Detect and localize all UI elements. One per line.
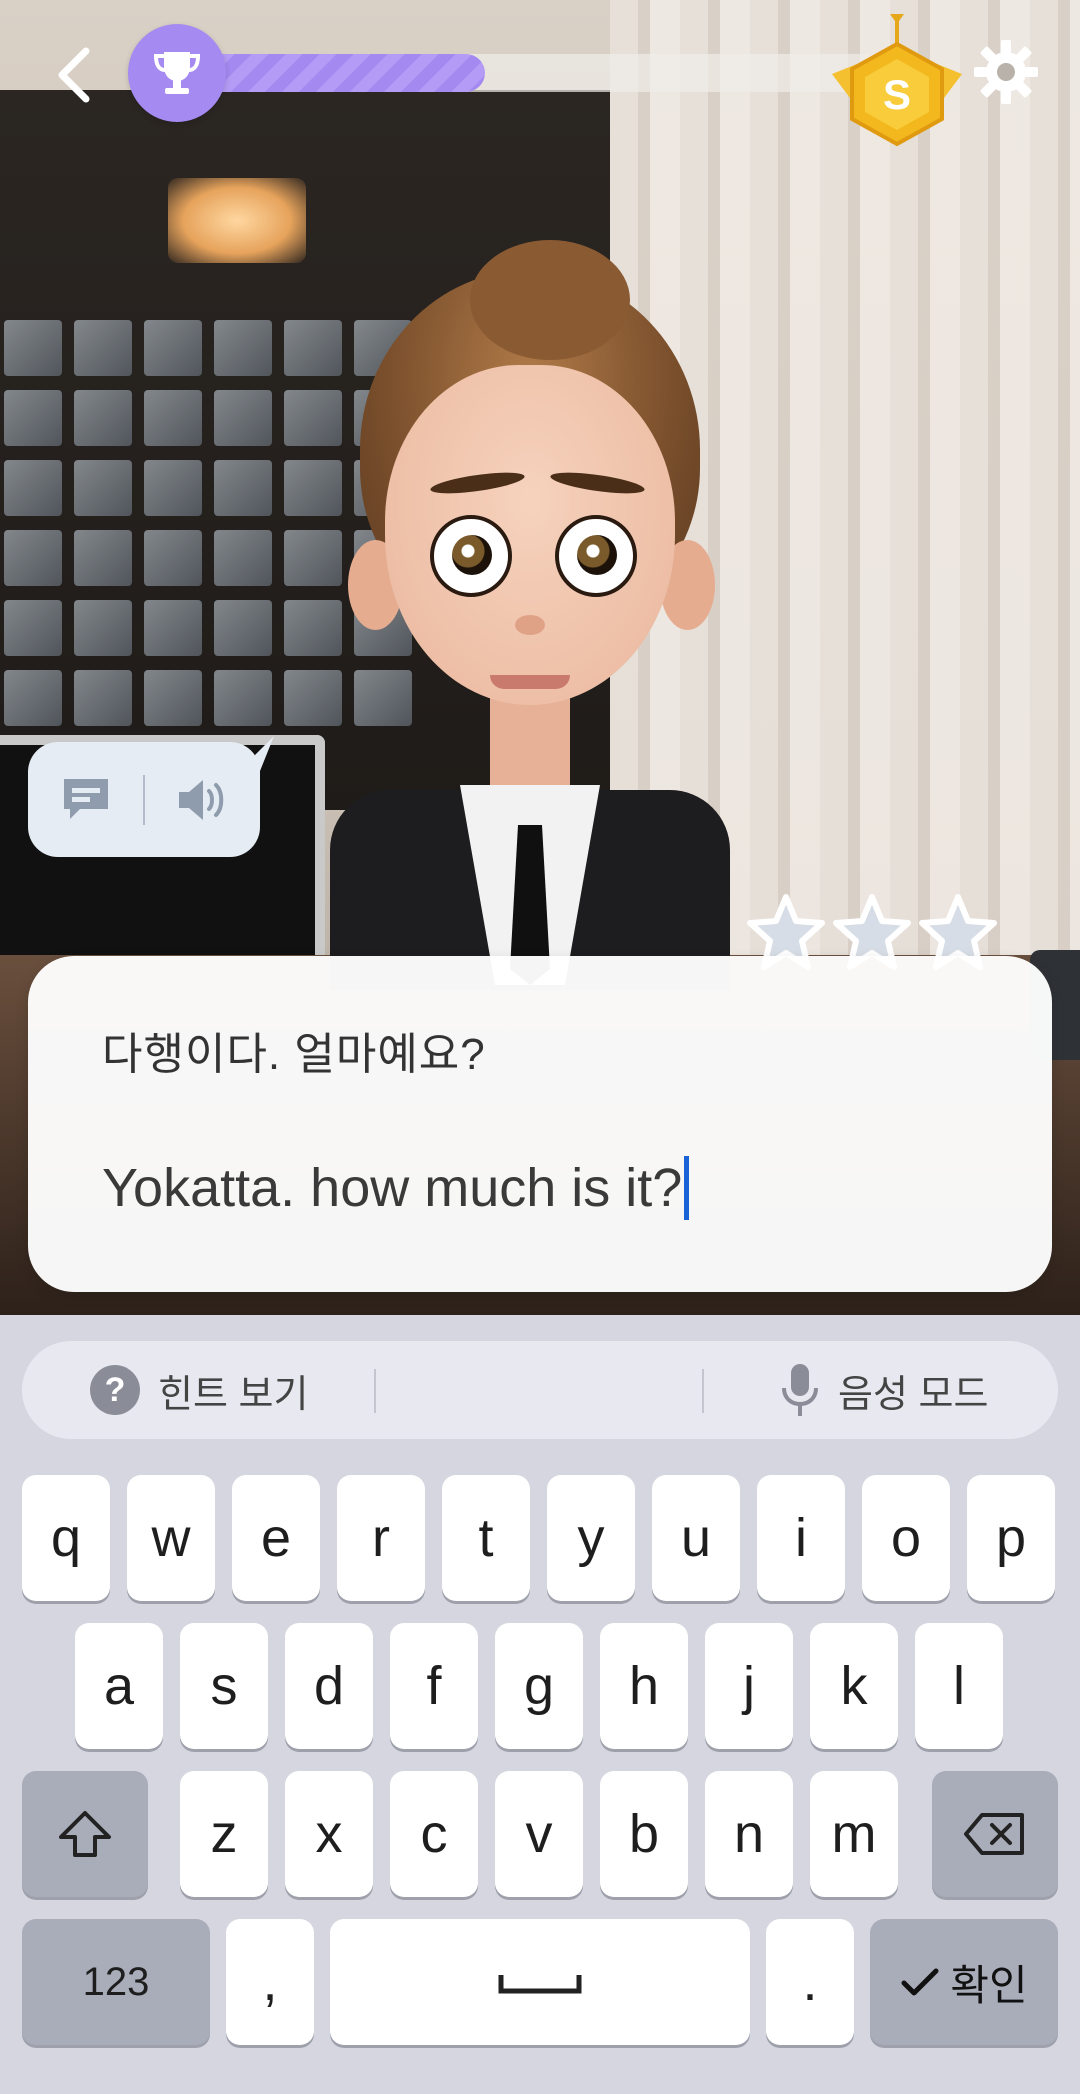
key-v[interactable]: v bbox=[495, 1771, 583, 1897]
key-w[interactable]: w bbox=[127, 1475, 215, 1601]
backspace-icon bbox=[964, 1813, 1024, 1855]
s-medal-icon: S bbox=[832, 14, 962, 159]
period-key[interactable]: . bbox=[766, 1919, 854, 2045]
chevron-left-icon bbox=[58, 47, 90, 103]
trophy-badge bbox=[128, 24, 226, 122]
shift-icon bbox=[59, 1811, 111, 1857]
subtitle-button[interactable] bbox=[28, 742, 143, 857]
backspace-key[interactable] bbox=[932, 1771, 1058, 1897]
keyboard-toolbar: ? 힌트 보기 음성 모드 bbox=[22, 1341, 1058, 1439]
keyboard-row-1: qwertyuiop bbox=[0, 1475, 1080, 1601]
speech-controls bbox=[28, 742, 260, 857]
prompt-text: 다행이다. 얼마예요? bbox=[102, 1030, 486, 1079]
voice-mode-button[interactable]: 음성 모드 bbox=[780, 1362, 988, 1418]
speaker-icon bbox=[178, 779, 223, 820]
toolbar-divider bbox=[702, 1369, 704, 1413]
hint-button[interactable]: ? 힌트 보기 bbox=[90, 1363, 308, 1418]
key-r[interactable]: r bbox=[337, 1475, 425, 1601]
key-i[interactable]: i bbox=[757, 1475, 845, 1601]
space-key[interactable] bbox=[330, 1919, 750, 2045]
text-cursor bbox=[684, 1156, 690, 1220]
key-d[interactable]: d bbox=[285, 1623, 373, 1749]
back-button[interactable] bbox=[44, 40, 104, 110]
key-h[interactable]: h bbox=[600, 1623, 688, 1749]
gear-icon bbox=[974, 40, 1038, 104]
keyboard-row-2: asdfghjkl bbox=[0, 1623, 1080, 1749]
key-p[interactable]: p bbox=[967, 1475, 1055, 1601]
audio-button[interactable] bbox=[145, 742, 260, 857]
key-u[interactable]: u bbox=[652, 1475, 740, 1601]
key-n[interactable]: n bbox=[705, 1771, 793, 1897]
subtitle-icon bbox=[63, 778, 108, 819]
answer-input[interactable]: Yokatta. how much is it? bbox=[102, 1156, 690, 1220]
keyboard-row-3: zxcvbnm bbox=[0, 1771, 1080, 1897]
key-y[interactable]: y bbox=[547, 1475, 635, 1601]
key-t[interactable]: t bbox=[442, 1475, 530, 1601]
key-c[interactable]: c bbox=[390, 1771, 478, 1897]
progress-bar bbox=[128, 24, 908, 122]
key-q[interactable]: q bbox=[22, 1475, 110, 1601]
dialogue-card: 다행이다. 얼마예요? Yokatta. how much is it? bbox=[28, 956, 1052, 1292]
key-f[interactable]: f bbox=[390, 1623, 478, 1749]
key-s[interactable]: s bbox=[180, 1623, 268, 1749]
key-j[interactable]: j bbox=[705, 1623, 793, 1749]
shift-key[interactable] bbox=[22, 1771, 148, 1897]
confirm-label: 확인 bbox=[950, 1961, 1028, 2009]
question-icon: ? bbox=[90, 1365, 140, 1415]
key-g[interactable]: g bbox=[495, 1623, 583, 1749]
key-k[interactable]: k bbox=[810, 1623, 898, 1749]
answer-text: Yokatta. how much is it? bbox=[102, 1158, 683, 1218]
hint-label: 힌트 보기 bbox=[158, 1373, 309, 1416]
wall-lamp bbox=[168, 178, 306, 263]
numbers-key[interactable]: 123 bbox=[22, 1919, 210, 2045]
character-receptionist bbox=[330, 240, 730, 990]
keyboard: ? 힌트 보기 음성 모드 qwertyuiop asdfghjkl z x c… bbox=[0, 1315, 1080, 2094]
check-icon bbox=[901, 1968, 939, 1996]
key-e[interactable]: e bbox=[232, 1475, 320, 1601]
comma-key[interactable]: , bbox=[226, 1919, 314, 2045]
key-l[interactable]: l bbox=[915, 1623, 1003, 1749]
keyboard-row-4: 123 , . 확인 bbox=[0, 1919, 1080, 2045]
key-z[interactable]: z bbox=[180, 1771, 268, 1897]
trophy-icon bbox=[153, 52, 201, 94]
key-b[interactable]: b bbox=[600, 1771, 688, 1897]
space-icon bbox=[498, 1975, 582, 1994]
voice-mode-label: 음성 모드 bbox=[838, 1373, 989, 1416]
key-m[interactable]: m bbox=[810, 1771, 898, 1897]
settings-button[interactable] bbox=[972, 38, 1040, 106]
progress-fill bbox=[184, 54, 485, 92]
microphone-icon bbox=[782, 1364, 818, 1416]
key-x[interactable]: x bbox=[285, 1771, 373, 1897]
confirm-key[interactable]: 확인 bbox=[870, 1919, 1058, 2045]
toolbar-divider bbox=[374, 1369, 376, 1413]
key-o[interactable]: o bbox=[862, 1475, 950, 1601]
svg-text:S: S bbox=[883, 71, 911, 118]
key-a[interactable]: a bbox=[75, 1623, 163, 1749]
